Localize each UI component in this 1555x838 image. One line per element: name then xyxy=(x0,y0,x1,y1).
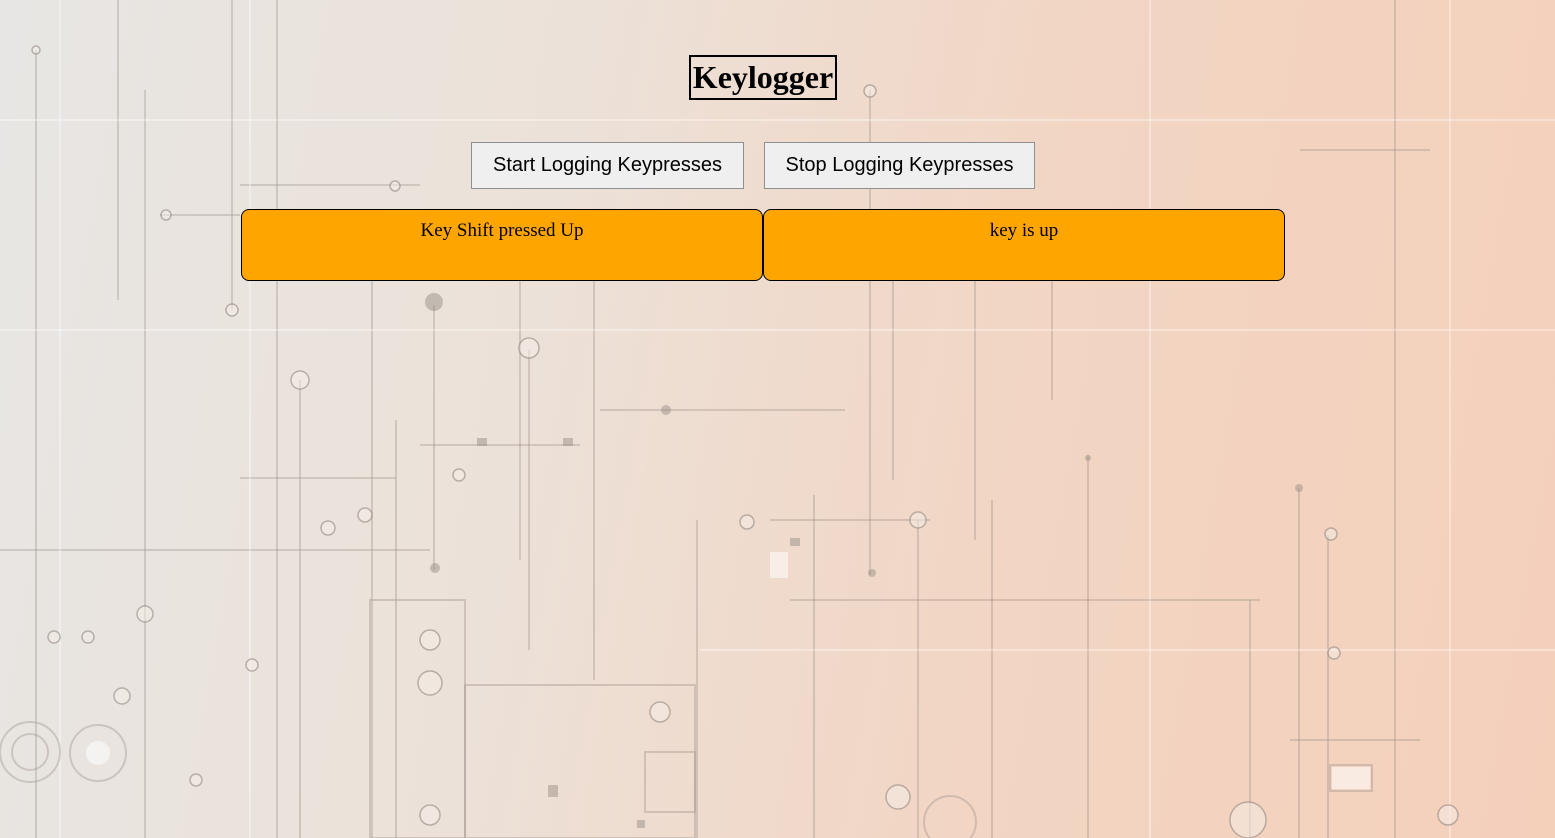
key-event-text: Key Shift pressed Up xyxy=(420,220,584,241)
page-title: Keylogger xyxy=(689,55,837,100)
start-logging-button[interactable]: Start Logging Keypresses xyxy=(471,142,744,189)
key-event-log-box: Key Shift pressed Up xyxy=(241,209,763,281)
key-state-text: key is up xyxy=(989,220,1059,241)
circuit-board-background xyxy=(0,0,1555,838)
key-state-log-box: key is up xyxy=(763,209,1285,281)
stop-logging-button[interactable]: Stop Logging Keypresses xyxy=(764,142,1035,189)
